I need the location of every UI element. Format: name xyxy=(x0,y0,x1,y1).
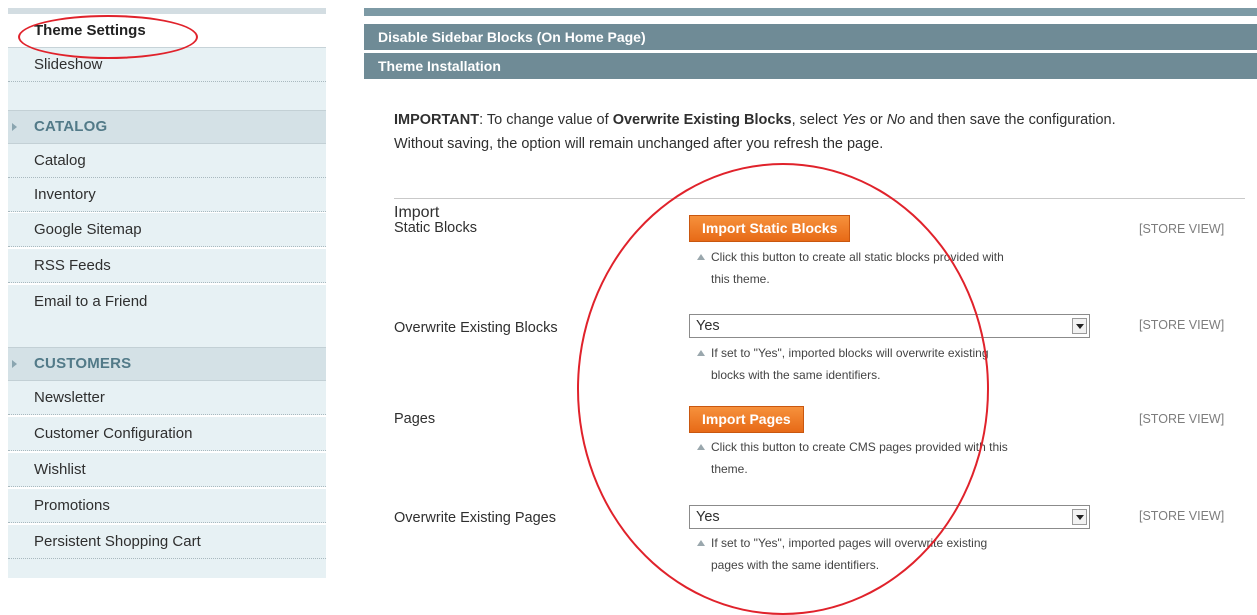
expand-arrow-icon xyxy=(12,360,17,368)
sidebar-item-inventory[interactable]: Inventory xyxy=(8,178,326,212)
sidebar-item-customer-configuration[interactable]: Customer Configuration xyxy=(8,417,326,451)
sidebar-section-catalog[interactable]: CATALOG xyxy=(8,110,326,144)
scope-badge: [STORE VIEW] xyxy=(1139,412,1225,426)
sidebar-item-google-sitemap[interactable]: Google Sitemap xyxy=(8,213,326,247)
note-line: theme. xyxy=(711,462,748,476)
sidebar-section-title: CATALOG xyxy=(34,118,108,135)
sidebar-section-title: CUSTOMERS xyxy=(34,355,132,372)
sidebar-spacer xyxy=(8,319,326,347)
sidebar-item-catalog[interactable]: Catalog xyxy=(8,144,326,178)
import-static-blocks-button[interactable]: Import Static Blocks xyxy=(689,215,851,242)
important-notice-line-1: IMPORTANT: To change value of Overwrite … xyxy=(394,108,1257,132)
notice-yes: Yes xyxy=(841,112,866,128)
note-triangle-icon xyxy=(697,254,705,260)
static-blocks-label: Static Blocks xyxy=(394,220,477,236)
select-caret-icon[interactable] xyxy=(1072,318,1087,334)
section-header-theme-installation[interactable]: Theme Installation xyxy=(364,53,1257,79)
select-value: Yes xyxy=(696,509,720,525)
note-triangle-icon xyxy=(697,444,705,450)
note-text: Click this button to create all static b… xyxy=(711,250,1004,264)
pages-note: Click this button to create CMS pages pr… xyxy=(697,436,1117,480)
select-caret-icon[interactable] xyxy=(1072,509,1087,525)
note-triangle-icon xyxy=(697,350,705,356)
notice-text: : To change value of xyxy=(479,112,613,128)
sidebar-spacer xyxy=(8,559,326,578)
overwrite-blocks-note: If set to "Yes", imported blocks will ov… xyxy=(697,342,1117,386)
note-triangle-icon xyxy=(697,540,705,546)
overwrite-pages-select[interactable]: Yes xyxy=(689,505,1090,529)
important-notice-line-2: Without saving, the option will remain u… xyxy=(394,136,884,152)
overwrite-blocks-select[interactable]: Yes xyxy=(689,314,1090,338)
notice-text: and then save the configuration. xyxy=(905,112,1116,128)
overwrite-pages-label: Overwrite Existing Pages xyxy=(394,510,556,526)
sidebar-section-customers[interactable]: CUSTOMERS xyxy=(8,347,326,381)
note-text: If set to "Yes", imported blocks will ov… xyxy=(711,346,989,360)
select-value: Yes xyxy=(696,318,720,334)
expand-arrow-icon xyxy=(12,123,17,131)
sidebar-spacer xyxy=(8,82,326,110)
config-main-panel: Disable Sidebar Blocks (On Home Page) Th… xyxy=(364,8,1257,615)
config-sidebar: Theme Settings Slideshow CATALOG Catalog… xyxy=(8,8,326,578)
section-header-disable-sidebar-blocks[interactable]: Disable Sidebar Blocks (On Home Page) xyxy=(364,24,1257,50)
note-line: pages with the same identifiers. xyxy=(711,558,880,572)
note-line: blocks with the same identifiers. xyxy=(711,368,881,382)
note-text: If set to "Yes", imported pages will ove… xyxy=(711,536,988,550)
static-blocks-note: Click this button to create all static b… xyxy=(697,246,1117,290)
import-divider xyxy=(394,198,1245,199)
import-pages-button[interactable]: Import Pages xyxy=(689,406,804,433)
note-text: Click this button to create CMS pages pr… xyxy=(711,440,1008,454)
overwrite-pages-note: If set to "Yes", imported pages will ove… xyxy=(697,532,1117,576)
sidebar-item-newsletter[interactable]: Newsletter xyxy=(8,381,326,415)
sidebar-item-persistent-shopping-cart[interactable]: Persistent Shopping Cart xyxy=(8,525,326,559)
note-line: this theme. xyxy=(711,272,770,286)
scope-badge: [STORE VIEW] xyxy=(1139,509,1225,523)
sidebar-item-promotions[interactable]: Promotions xyxy=(8,489,326,523)
sidebar-item-email-to-a-friend[interactable]: Email to a Friend xyxy=(8,285,326,319)
important-notice: IMPORTANT: To change value of Overwrite … xyxy=(394,108,1257,156)
note-line: Click this button to create CMS pages pr… xyxy=(697,436,1117,458)
note-line: If set to "Yes", imported pages will ove… xyxy=(697,532,1117,554)
scope-badge: [STORE VIEW] xyxy=(1139,318,1225,332)
pages-label: Pages xyxy=(394,411,436,427)
sidebar-item-slideshow[interactable]: Slideshow xyxy=(8,48,326,82)
sidebar-item-rss-feeds[interactable]: RSS Feeds xyxy=(8,249,326,283)
notice-text: or xyxy=(865,112,887,128)
notice-no: No xyxy=(886,112,906,128)
note-line: If set to "Yes", imported blocks will ov… xyxy=(697,342,1117,364)
overwrite-blocks-label: Overwrite Existing Blocks xyxy=(394,320,558,336)
sidebar-item-theme-settings[interactable]: Theme Settings xyxy=(8,14,326,48)
important-lead: IMPORTANT xyxy=(394,112,480,128)
main-top-bar xyxy=(364,8,1257,16)
notice-text: , select xyxy=(791,112,842,128)
note-line: Click this button to create all static b… xyxy=(697,246,1117,268)
scope-badge: [STORE VIEW] xyxy=(1139,222,1225,236)
notice-bold: Overwrite Existing Blocks xyxy=(612,112,792,128)
sidebar-item-wishlist[interactable]: Wishlist xyxy=(8,453,326,487)
